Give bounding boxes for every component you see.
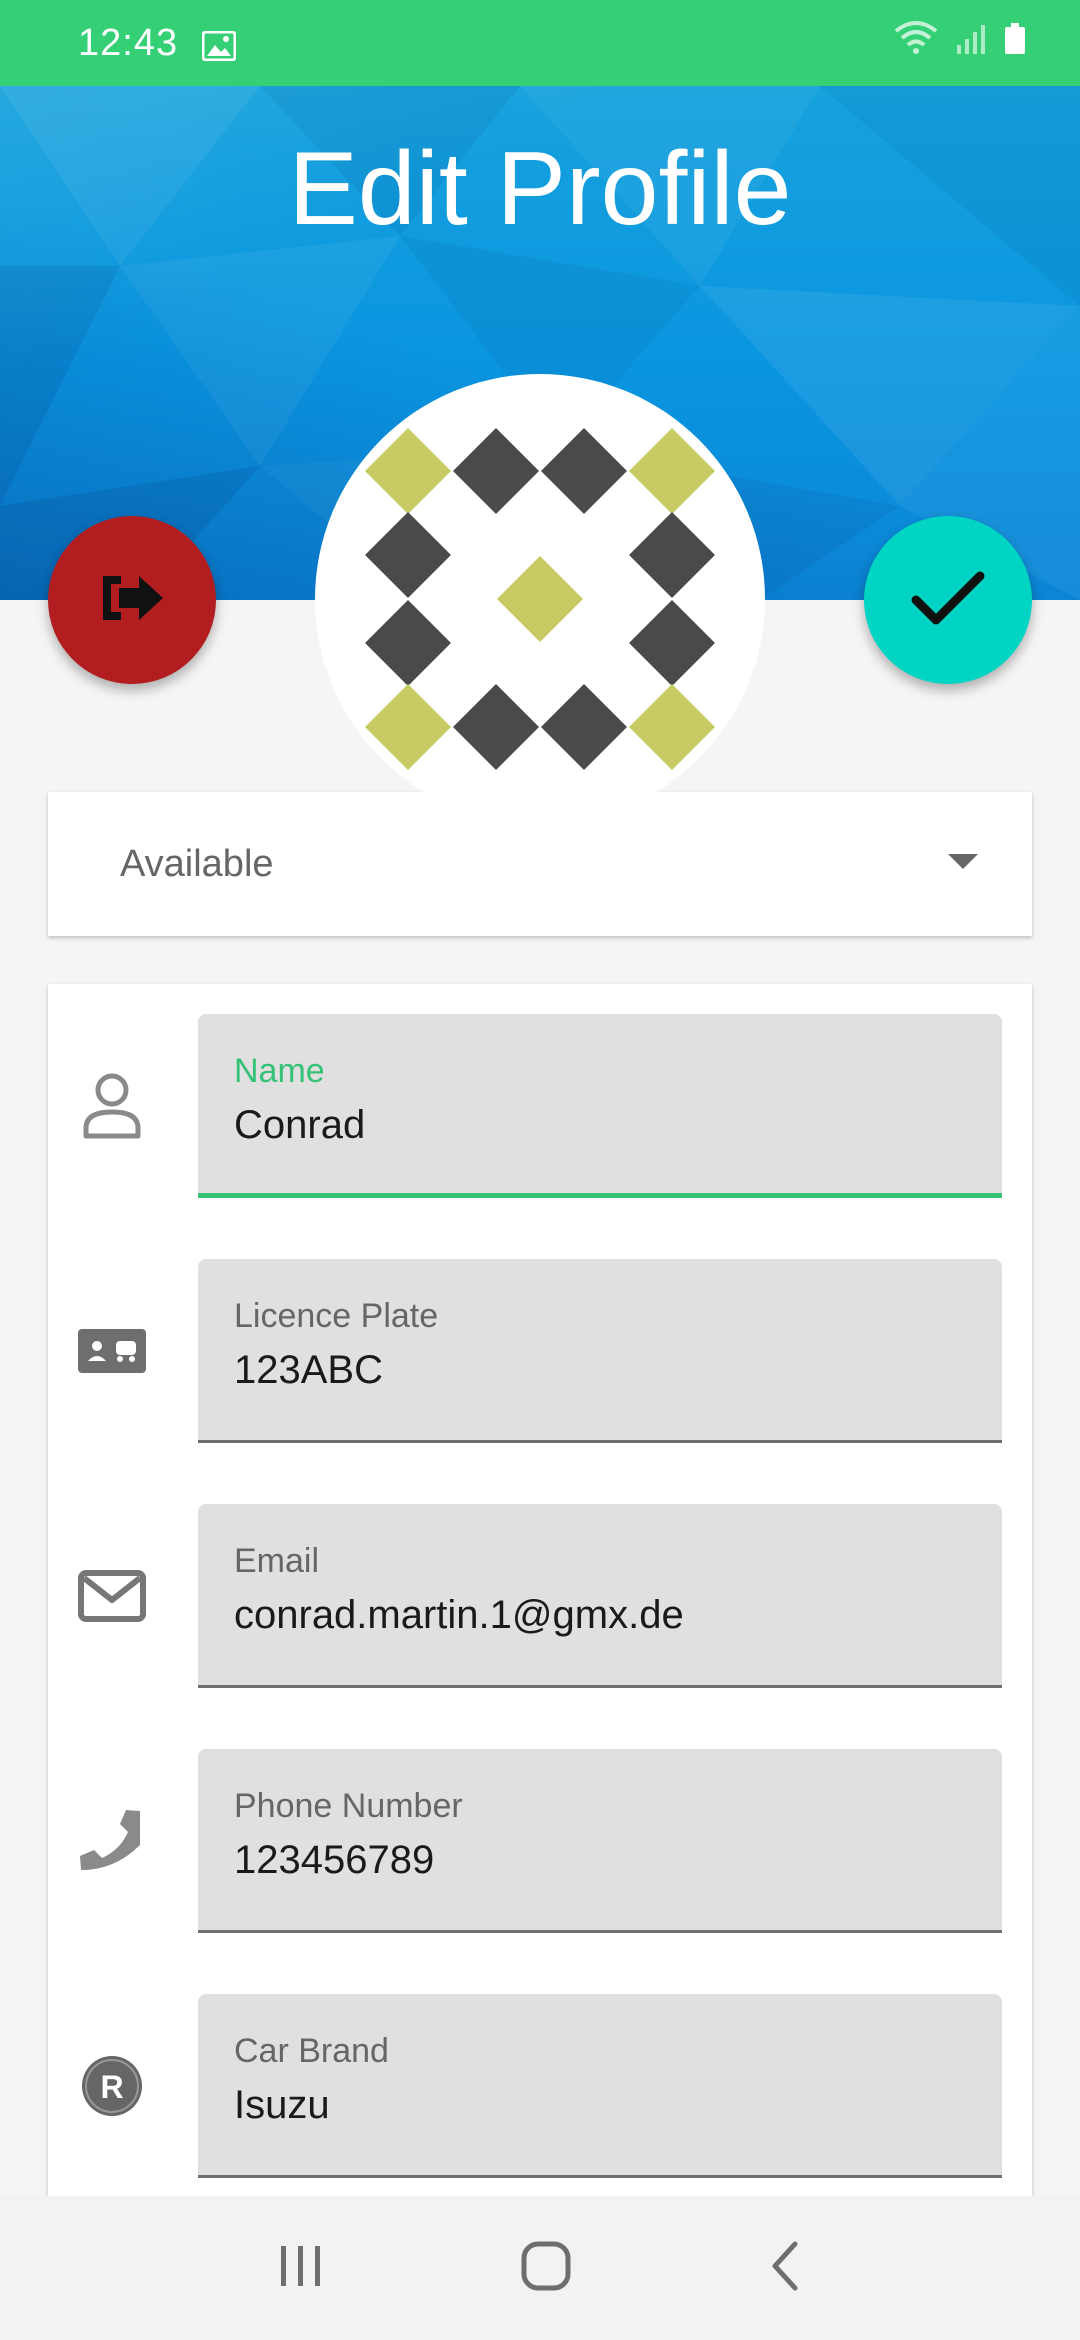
licence-plate-value: 123ABC xyxy=(234,1348,383,1392)
logout-button[interactable] xyxy=(48,516,216,684)
mail-icon xyxy=(72,1556,152,1636)
phone-input[interactable]: Phone Number 123456789 xyxy=(198,1749,1002,1933)
availability-value: Available xyxy=(120,842,274,885)
signal-icon xyxy=(956,22,986,65)
profile-form: Name Conrad Licence Plate 123ABC Email c… xyxy=(48,984,1032,2244)
status-time: 12:43 xyxy=(78,21,179,64)
recent-apps-icon[interactable] xyxy=(277,2242,325,2295)
wifi-icon xyxy=(894,21,938,65)
email-field-row: Email conrad.martin.1@gmx.de xyxy=(48,1504,1032,1688)
avatar-identicon xyxy=(365,428,715,770)
dropdown-caret-icon xyxy=(948,853,978,875)
car-brand-input[interactable]: Car Brand Isuzu xyxy=(198,1994,1002,2178)
system-nav-bar xyxy=(0,2196,1080,2340)
car-brand-value: Isuzu xyxy=(234,2083,330,2127)
gallery-icon xyxy=(201,28,237,62)
name-field-row: Name Conrad xyxy=(48,1014,1032,1198)
licence-plate-field-row: Licence Plate 123ABC xyxy=(48,1259,1032,1443)
check-icon xyxy=(908,566,988,635)
car-brand-label: Car Brand xyxy=(234,2032,389,2070)
name-label: Name xyxy=(234,1052,325,1090)
car-brand-field-row: R Car Brand Isuzu xyxy=(48,1994,1032,2178)
phone-label: Phone Number xyxy=(234,1787,463,1825)
page-title: Edit Profile xyxy=(288,131,792,247)
registered-icon: R xyxy=(72,2046,152,2126)
phone-value: 123456789 xyxy=(234,1838,435,1882)
email-label: Email xyxy=(234,1542,320,1580)
licence-plate-label: Licence Plate xyxy=(234,1297,439,1335)
status-right-icons xyxy=(894,21,1026,65)
profile-avatar[interactable] xyxy=(315,374,765,824)
id-card-icon xyxy=(72,1311,152,1391)
home-icon[interactable] xyxy=(520,2240,572,2297)
logout-icon xyxy=(97,570,167,631)
name-value: Conrad xyxy=(234,1103,366,1147)
back-icon[interactable] xyxy=(767,2240,803,2297)
battery-icon xyxy=(1004,22,1026,65)
phone-field-row: Phone Number 123456789 xyxy=(48,1749,1032,1933)
person-icon xyxy=(72,1066,152,1146)
email-value: conrad.martin.1@gmx.de xyxy=(234,1593,684,1637)
name-input[interactable]: Name Conrad xyxy=(198,1014,1002,1198)
save-button[interactable] xyxy=(864,516,1032,684)
phone-icon xyxy=(72,1801,152,1881)
status-bar: 12:43 xyxy=(0,0,1080,86)
licence-plate-input[interactable]: Licence Plate 123ABC xyxy=(198,1259,1002,1443)
email-input[interactable]: Email conrad.martin.1@gmx.de xyxy=(198,1504,1002,1688)
svg-text:R: R xyxy=(100,2069,123,2105)
